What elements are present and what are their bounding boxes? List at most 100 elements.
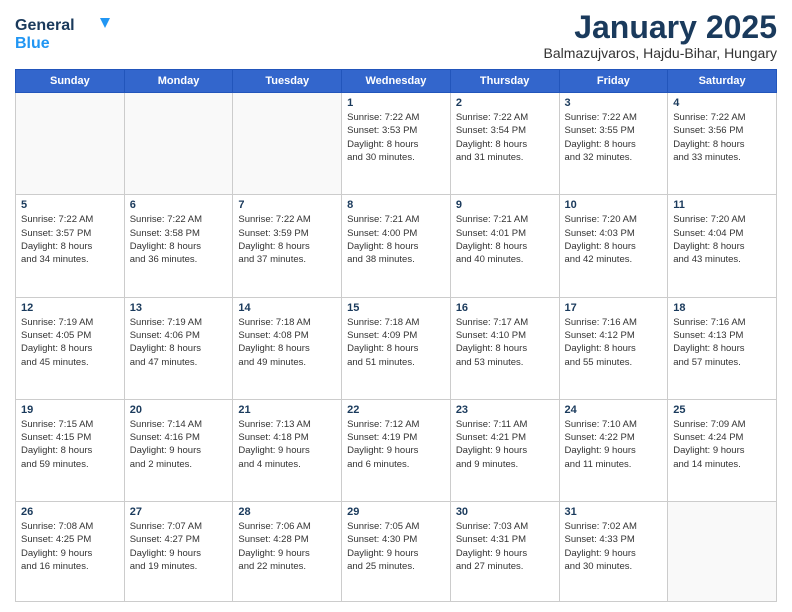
table-row: 13Sunrise: 7:19 AM Sunset: 4:06 PM Dayli… (124, 297, 233, 399)
day-info: Sunrise: 7:06 AM Sunset: 4:28 PM Dayligh… (238, 520, 336, 573)
day-number: 28 (238, 506, 336, 518)
col-tuesday: Tuesday (233, 70, 342, 93)
day-number: 22 (347, 404, 445, 416)
table-row: 26 Sunrise: 7:08 AM Sunset: 4:25 PM Dayli… (16, 502, 125, 602)
day-info: Sunrise: 7:10 AM Sunset: 4:22 PM Dayligh… (565, 418, 663, 471)
calendar-table: Sunday Monday Tuesday Wednesday Thursday… (15, 69, 777, 602)
day-info: Sunrise: 7:20 AM Sunset: 4:03 PM Dayligh… (565, 213, 663, 266)
day-info: Sunrise: 7:18 AM Sunset: 4:09 PM Dayligh… (347, 316, 445, 369)
table-row: 14Sunrise: 7:18 AM Sunset: 4:08 PM Dayli… (233, 297, 342, 399)
calendar-week-row: 19 Sunrise: 7:15 AM Sunset: 4:15 PM Dayli… (16, 399, 777, 501)
day-info: Sunrise: 7:02 AM Sunset: 4:33 PM Dayligh… (565, 520, 663, 573)
day-number: 15 (347, 302, 445, 314)
day-info: Sunrise: 7:15 AM Sunset: 4:15 PM Dayligh… (21, 418, 119, 471)
table-row (668, 502, 777, 602)
day-number: 10 (565, 199, 663, 211)
day-number: 11 (673, 199, 771, 211)
day-number: 18 (673, 302, 771, 314)
day-number: 12 (21, 302, 119, 314)
col-saturday: Saturday (668, 70, 777, 93)
table-row: 3 Sunrise: 7:22 AM Sunset: 3:55 PM Daylig… (559, 93, 668, 195)
table-row: 18Sunrise: 7:16 AM Sunset: 4:13 PM Dayli… (668, 297, 777, 399)
day-number: 19 (21, 404, 119, 416)
table-row: 4Sunrise: 7:22 AM Sunset: 3:56 PM Daylig… (668, 93, 777, 195)
day-info: Sunrise: 7:21 AM Sunset: 4:00 PM Dayligh… (347, 213, 445, 266)
table-row: 27Sunrise: 7:07 AM Sunset: 4:27 PM Dayli… (124, 502, 233, 602)
day-number: 20 (130, 404, 228, 416)
day-number: 30 (456, 506, 554, 518)
day-number: 25 (673, 404, 771, 416)
day-number: 1 (347, 97, 445, 109)
day-info: Sunrise: 7:19 AM Sunset: 4:06 PM Dayligh… (130, 316, 228, 369)
svg-text:Blue: Blue (15, 35, 50, 52)
header: General Blue January 2025 Balmazujvaros,… (15, 10, 777, 61)
day-info: Sunrise: 7:19 AM Sunset: 4:05 PM Dayligh… (21, 316, 119, 369)
day-info: Sunrise: 7:11 AM Sunset: 4:21 PM Dayligh… (456, 418, 554, 471)
day-info: Sunrise: 7:22 AM Sunset: 3:55 PM Dayligh… (565, 111, 663, 164)
day-number: 6 (130, 199, 228, 211)
col-thursday: Thursday (450, 70, 559, 93)
day-info: Sunrise: 7:09 AM Sunset: 4:24 PM Dayligh… (673, 418, 771, 471)
day-info: Sunrise: 7:08 AM Sunset: 4:25 PM Dayligh… (21, 520, 119, 573)
calendar-subtitle: Balmazujvaros, Hajdu-Bihar, Hungary (544, 45, 777, 61)
day-info: Sunrise: 7:03 AM Sunset: 4:31 PM Dayligh… (456, 520, 554, 573)
day-number: 5 (21, 199, 119, 211)
day-number: 9 (456, 199, 554, 211)
logo-text: General Blue (15, 10, 125, 60)
day-info: Sunrise: 7:22 AM Sunset: 3:59 PM Dayligh… (238, 213, 336, 266)
table-row: 30 Sunrise: 7:03 AM Sunset: 4:31 PM Dayli… (450, 502, 559, 602)
day-info: Sunrise: 7:21 AM Sunset: 4:01 PM Dayligh… (456, 213, 554, 266)
col-friday: Friday (559, 70, 668, 93)
day-info: Sunrise: 7:17 AM Sunset: 4:10 PM Dayligh… (456, 316, 554, 369)
day-number: 7 (238, 199, 336, 211)
table-row (233, 93, 342, 195)
day-number: 21 (238, 404, 336, 416)
table-row: 23 Sunrise: 7:11 AM Sunset: 4:21 PM Dayli… (450, 399, 559, 501)
day-number: 23 (456, 404, 554, 416)
calendar-header-row: Sunday Monday Tuesday Wednesday Thursday… (16, 70, 777, 93)
table-row: 28 Sunrise: 7:06 AM Sunset: 4:28 PM Dayli… (233, 502, 342, 602)
day-info: Sunrise: 7:14 AM Sunset: 4:16 PM Dayligh… (130, 418, 228, 471)
table-row: 1 Sunrise: 7:22 AM Sunset: 3:53 PM Daylig… (342, 93, 451, 195)
table-row: 16 Sunrise: 7:17 AM Sunset: 4:10 PM Dayli… (450, 297, 559, 399)
calendar-page: General Blue January 2025 Balmazujvaros,… (0, 0, 792, 612)
col-sunday: Sunday (16, 70, 125, 93)
table-row: 22 Sunrise: 7:12 AM Sunset: 4:19 PM Dayli… (342, 399, 451, 501)
table-row: 29Sunrise: 7:05 AM Sunset: 4:30 PM Dayli… (342, 502, 451, 602)
day-number: 27 (130, 506, 228, 518)
day-number: 3 (565, 97, 663, 109)
calendar-title: January 2025 (544, 10, 777, 45)
logo: General Blue (15, 10, 125, 60)
day-info: Sunrise: 7:18 AM Sunset: 4:08 PM Dayligh… (238, 316, 336, 369)
table-row: 21 Sunrise: 7:13 AM Sunset: 4:18 PM Dayli… (233, 399, 342, 501)
table-row: 9 Sunrise: 7:21 AM Sunset: 4:01 PM Daylig… (450, 195, 559, 297)
calendar-body: 1 Sunrise: 7:22 AM Sunset: 3:53 PM Daylig… (16, 93, 777, 602)
day-info: Sunrise: 7:22 AM Sunset: 3:57 PM Dayligh… (21, 213, 119, 266)
table-row: 24 Sunrise: 7:10 AM Sunset: 4:22 PM Dayli… (559, 399, 668, 501)
table-row (124, 93, 233, 195)
day-number: 16 (456, 302, 554, 314)
table-row: 20 Sunrise: 7:14 AM Sunset: 4:16 PM Dayli… (124, 399, 233, 501)
col-monday: Monday (124, 70, 233, 93)
table-row: 5 Sunrise: 7:22 AM Sunset: 3:57 PM Daylig… (16, 195, 125, 297)
table-row: 19 Sunrise: 7:15 AM Sunset: 4:15 PM Dayli… (16, 399, 125, 501)
day-info: Sunrise: 7:20 AM Sunset: 4:04 PM Dayligh… (673, 213, 771, 266)
day-number: 26 (21, 506, 119, 518)
table-row: 7 Sunrise: 7:22 AM Sunset: 3:59 PM Daylig… (233, 195, 342, 297)
day-number: 4 (673, 97, 771, 109)
table-row (16, 93, 125, 195)
table-row: 12 Sunrise: 7:19 AM Sunset: 4:05 PM Dayli… (16, 297, 125, 399)
table-row: 15 Sunrise: 7:18 AM Sunset: 4:09 PM Dayli… (342, 297, 451, 399)
table-row: 2Sunrise: 7:22 AM Sunset: 3:54 PM Daylig… (450, 93, 559, 195)
table-row: 17Sunrise: 7:16 AM Sunset: 4:12 PM Dayli… (559, 297, 668, 399)
table-row: 10 Sunrise: 7:20 AM Sunset: 4:03 PM Dayli… (559, 195, 668, 297)
day-info: Sunrise: 7:13 AM Sunset: 4:18 PM Dayligh… (238, 418, 336, 471)
col-wednesday: Wednesday (342, 70, 451, 93)
svg-text:General: General (15, 17, 75, 34)
day-info: Sunrise: 7:22 AM Sunset: 3:53 PM Dayligh… (347, 111, 445, 164)
table-row: 6Sunrise: 7:22 AM Sunset: 3:58 PM Daylig… (124, 195, 233, 297)
calendar-week-row: 12 Sunrise: 7:19 AM Sunset: 4:05 PM Dayli… (16, 297, 777, 399)
day-info: Sunrise: 7:22 AM Sunset: 3:54 PM Dayligh… (456, 111, 554, 164)
day-info: Sunrise: 7:12 AM Sunset: 4:19 PM Dayligh… (347, 418, 445, 471)
day-number: 24 (565, 404, 663, 416)
